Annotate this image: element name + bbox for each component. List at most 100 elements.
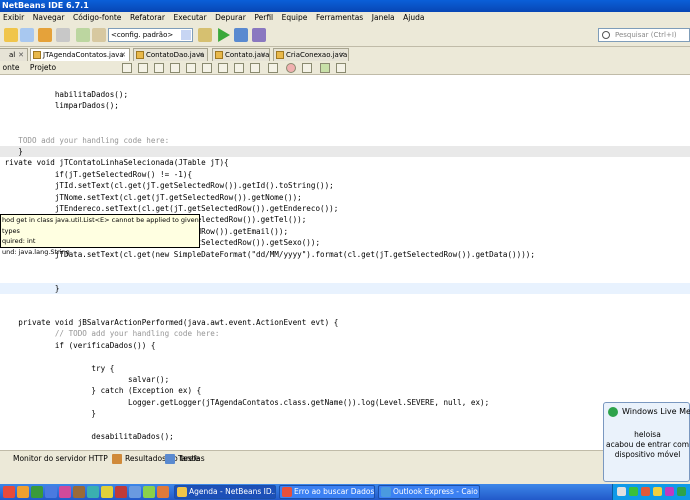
find-next-icon[interactable] — [170, 63, 180, 73]
comment-icon[interactable] — [268, 63, 278, 73]
find-prev-icon[interactable] — [154, 63, 164, 73]
code-line[interactable]: Logger.getLogger(jTAgendaContatos.class.… — [0, 397, 690, 408]
code-line[interactable]: TODO add your handling code here: — [0, 135, 690, 146]
search-input[interactable]: Pesquisar (Ctrl+I) — [598, 28, 690, 42]
bookmark-icon[interactable] — [202, 63, 212, 73]
tray-icon[interactable] — [665, 487, 674, 496]
code-line[interactable] — [0, 294, 690, 305]
close-icon[interactable]: ✕ — [120, 49, 126, 61]
run-icon[interactable] — [218, 28, 230, 42]
code-line[interactable]: jTEndereco.setText(cl.get(jT.getSelected… — [0, 203, 690, 214]
code-line[interactable]: limparDados(); — [0, 100, 690, 111]
next-bookmark-icon[interactable] — [218, 63, 228, 73]
tray-icon[interactable] — [629, 487, 638, 496]
code-line[interactable] — [0, 112, 690, 123]
quicklaunch-icon[interactable] — [59, 486, 71, 498]
code-line[interactable]: } catch (Exception ex) { — [0, 385, 690, 396]
quicklaunch-icon[interactable] — [87, 486, 99, 498]
code-line[interactable]: rivate void jTContatoLinhaSelecionada(JT… — [0, 157, 690, 168]
menu-janela[interactable]: Janela — [372, 12, 395, 24]
tray-icon[interactable] — [677, 487, 686, 496]
code-line[interactable]: habilitaDados(); — [0, 89, 690, 100]
menu-exibir[interactable]: Exibir — [3, 12, 24, 24]
close-icon[interactable]: ✕ — [339, 49, 345, 61]
code-line[interactable]: if (verificaDados()) { — [0, 340, 690, 351]
tab-contatodao[interactable]: ContatoDao.java ✕ — [133, 48, 208, 61]
code-line[interactable]: private void jBSalvarActionPerformed(jav… — [0, 317, 690, 328]
quicklaunch-icon[interactable] — [31, 486, 43, 498]
code-line[interactable]: } — [0, 282, 690, 294]
undo-icon[interactable] — [38, 28, 52, 42]
subtab-project[interactable]: Projeto — [26, 61, 60, 75]
tab-jtagendacontatos[interactable]: JTAgendaContatos.java ✕ — [30, 48, 130, 61]
tray-icon[interactable] — [617, 487, 626, 496]
code-editor[interactable]: habilitaDados(); limparDados(); TODO add… — [0, 76, 690, 450]
redo-icon[interactable] — [56, 28, 70, 42]
stop-macro-icon[interactable] — [286, 63, 296, 73]
clean-icon[interactable] — [198, 28, 212, 42]
tray-icon[interactable] — [641, 487, 650, 496]
menu-executar[interactable]: Executar — [174, 12, 207, 24]
code-line[interactable]: jTId.setText(cl.get(jT.getSelectedRow())… — [0, 180, 690, 191]
quicklaunch-icon[interactable] — [157, 486, 169, 498]
code-line[interactable]: } — [0, 146, 690, 157]
code-line[interactable]: // TODO add your handling code here: — [0, 328, 690, 339]
tab-partial[interactable]: al ✕ — [0, 48, 28, 61]
code-line[interactable]: if(jT.getSelectedRow() != -1){ — [0, 169, 690, 180]
menu-depurar[interactable]: Depurar — [215, 12, 246, 24]
quicklaunch-icon[interactable] — [3, 486, 15, 498]
quicklaunch-icon[interactable] — [17, 486, 29, 498]
tab-http-monitor[interactable]: Monitor do servidor HTTP — [0, 453, 108, 465]
menu-codigo-fonte[interactable]: Código-fonte — [73, 12, 121, 24]
tab-tasks[interactable]: Tarefas — [165, 453, 205, 465]
menu-navegar[interactable]: Navegar — [33, 12, 65, 24]
code-line[interactable] — [0, 271, 690, 282]
back-icon[interactable] — [122, 63, 132, 73]
uncomment-icon[interactable] — [336, 63, 346, 73]
save-icon[interactable] — [20, 28, 34, 42]
menu-equipe[interactable]: Equipe — [282, 12, 308, 24]
subtab-source[interactable]: onte — [0, 61, 22, 75]
menu-perfil[interactable]: Perfil — [254, 12, 273, 24]
quicklaunch-icon[interactable] — [129, 486, 141, 498]
tab-criaconexao[interactable]: CriaConexao.java ✕ — [273, 48, 349, 61]
config-select[interactable]: <config. padrão> — [108, 28, 193, 42]
code-line[interactable]: try { — [0, 363, 690, 374]
code-line[interactable]: desabilitaDados(); — [0, 431, 690, 442]
macro-icon[interactable] — [302, 63, 312, 73]
code-line[interactable] — [0, 351, 690, 362]
quicklaunch-icon[interactable] — [101, 486, 113, 498]
quicklaunch-icon[interactable] — [73, 486, 85, 498]
shift-right-icon[interactable] — [250, 63, 260, 73]
profile-icon[interactable] — [252, 28, 266, 42]
close-icon[interactable]: ✕ — [198, 49, 204, 61]
code-line[interactable]: salvar(); — [0, 374, 690, 385]
code-line[interactable] — [0, 123, 690, 134]
tray-icon[interactable] — [653, 487, 662, 496]
toggle-highlight-icon[interactable] — [186, 63, 196, 73]
tab-contato[interactable]: Contato.java ✕ — [212, 48, 270, 61]
find-icon[interactable] — [138, 63, 148, 73]
quicklaunch-icon[interactable] — [143, 486, 155, 498]
quicklaunch-icon[interactable] — [115, 486, 127, 498]
build-icon[interactable] — [76, 28, 90, 42]
taskbar-button-outlook[interactable]: Outlook Express - Caio A... — [378, 485, 480, 499]
check-icon[interactable] — [320, 63, 330, 73]
new-file-icon[interactable] — [4, 28, 18, 42]
menu-ferramentas[interactable]: Ferramentas — [316, 12, 363, 24]
quicklaunch-icon[interactable] — [45, 486, 57, 498]
clean-build-icon[interactable] — [92, 28, 106, 42]
code-line[interactable]: } — [0, 408, 690, 419]
menu-refatorar[interactable]: Refatorar — [130, 12, 165, 24]
debug-icon[interactable] — [234, 28, 248, 42]
close-icon[interactable]: ✕ — [260, 49, 266, 61]
taskbar-button-netbeans[interactable]: Agenda - NetBeans ID... — [174, 485, 276, 499]
menu-ajuda[interactable]: Ajuda — [403, 12, 424, 24]
taskbar-button-browser[interactable]: Erro ao buscar Dados - ... — [279, 485, 375, 499]
code-line[interactable]: jTNome.setText(cl.get(jT.getSelectedRow(… — [0, 192, 690, 203]
shift-left-icon[interactable] — [234, 63, 244, 73]
code-line[interactable] — [0, 306, 690, 317]
code-line[interactable] — [0, 420, 690, 431]
messenger-notification[interactable]: Windows Live Messenger heloisa acabou de… — [603, 402, 690, 482]
close-icon[interactable]: ✕ — [18, 49, 24, 61]
